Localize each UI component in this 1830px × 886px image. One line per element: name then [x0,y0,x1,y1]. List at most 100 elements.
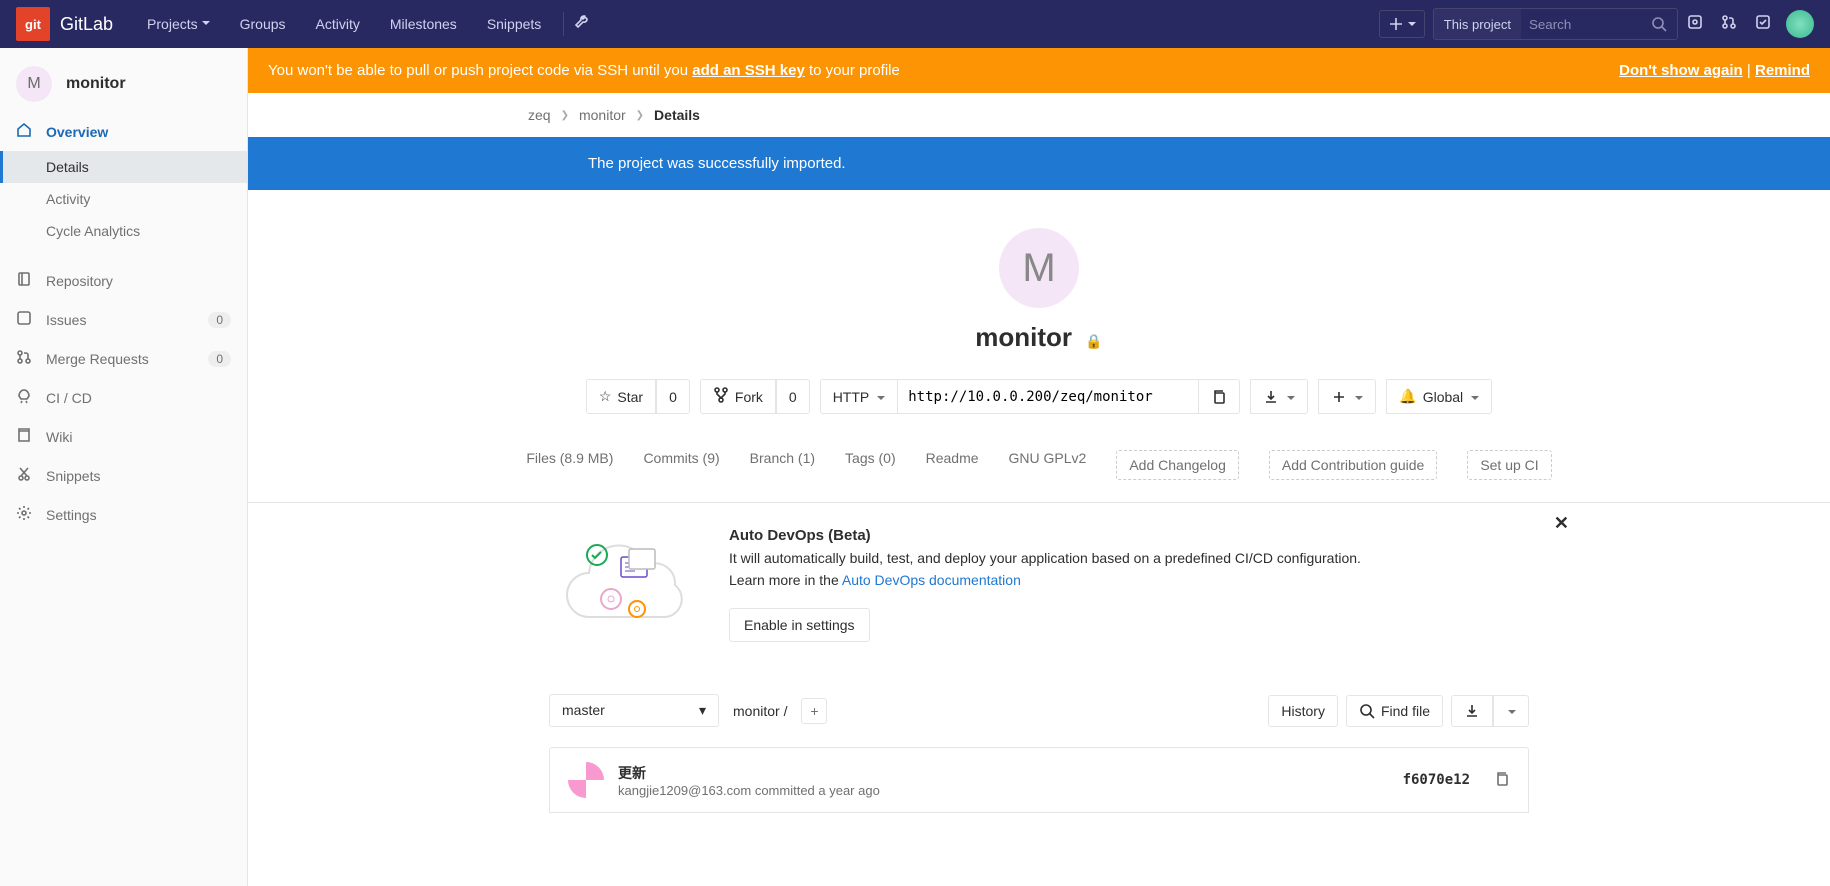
new-menu-button[interactable] [1379,10,1425,38]
star-count: 0 [656,379,690,414]
sidebar-item-repository[interactable]: Repository [0,261,247,300]
book-icon [16,427,32,446]
main-content: You won't be able to pull or push projec… [248,48,1830,813]
nav-activity[interactable]: Activity [304,10,372,38]
nav-projects[interactable]: Projects [135,10,222,38]
issues-shortcut-icon[interactable] [1678,14,1712,35]
stat-readme[interactable]: Readme [926,450,979,480]
search-input[interactable] [1521,9,1641,39]
sidebar-sub-cycle[interactable]: Cycle Analytics [0,215,247,247]
banner-text: to your profile [809,62,900,79]
copy-sha-icon[interactable] [1494,771,1510,790]
sidebar-item-snippets[interactable]: Snippets [0,456,247,495]
download-source-button[interactable] [1451,695,1493,727]
sidebar-label: Issues [46,312,194,328]
search-icon[interactable] [1641,9,1677,39]
star-button[interactable]: ☆ Star [586,379,656,414]
project-hero-avatar: M [999,228,1079,308]
brand-text[interactable]: GitLab [60,14,113,35]
plus-dropdown[interactable] [1318,379,1376,414]
find-file-button[interactable]: Find file [1346,695,1443,727]
setup-ci-button[interactable]: Set up CI [1467,450,1551,480]
merge-icon [16,349,32,368]
auto-devops-promo: Auto DevOps (Beta) It will automatically… [489,503,1589,666]
enable-devops-button[interactable]: Enable in settings [729,608,870,642]
stat-files[interactable]: Files (8.9 MB) [526,450,613,480]
todos-icon[interactable] [1746,14,1780,35]
sidebar-label: Snippets [46,468,231,484]
user-avatar[interactable] [1786,10,1814,38]
gear-icon [16,505,32,524]
scissors-icon [16,466,32,485]
commit-sha[interactable]: f6070e12 [1403,772,1470,788]
mr-count-badge: 0 [208,351,231,367]
devops-docs-link[interactable]: Auto DevOps documentation [842,572,1021,588]
sidebar-item-cicd[interactable]: CI / CD [0,378,247,417]
sidebar-item-settings[interactable]: Settings [0,495,247,534]
project-hero: M monitor 🔒 [248,190,1830,379]
fork-count: 0 [776,379,810,414]
close-icon[interactable]: ✕ [1554,513,1569,534]
breadcrumb-project[interactable]: monitor [579,107,626,123]
project-name: monitor [66,75,126,93]
add-file-button[interactable]: + [801,698,827,724]
gitlab-logo[interactable]: git [16,7,50,41]
merge-requests-shortcut-icon[interactable] [1712,14,1746,35]
nav-groups[interactable]: Groups [228,10,298,38]
sidebar-item-overview[interactable]: Overview [0,112,247,151]
sidebar-item-merge-requests[interactable]: Merge Requests 0 [0,339,247,378]
flash-notice: The project was successfully imported. [248,137,1830,190]
banner-dismiss-link[interactable]: Don't show again [1619,62,1743,79]
breadcrumb-current: Details [654,107,700,123]
nav-milestones[interactable]: Milestones [378,10,469,38]
sidebar-item-issues[interactable]: Issues 0 [0,300,247,339]
chevron-down-icon: ▾ [699,702,706,719]
download-dropdown[interactable] [1250,379,1308,414]
sidebar-project-header[interactable]: M monitor [0,56,247,112]
sidebar-sub-details[interactable]: Details [0,151,247,183]
lock-icon: 🔒 [1085,333,1102,349]
repository-icon [16,271,32,290]
copy-url-button[interactable] [1198,379,1240,414]
last-commit: 更新 kangjie1209@163.com committed a year … [549,747,1529,813]
add-contribution-button[interactable]: Add Contribution guide [1269,450,1437,480]
nav-snippets[interactable]: Snippets [475,10,553,38]
stat-commits[interactable]: Commits (9) [643,450,719,480]
add-ssh-key-link[interactable]: add an SSH key [692,62,805,79]
clone-url-input[interactable] [898,379,1198,414]
issues-count-badge: 0 [208,312,231,328]
download-source-dropdown[interactable] [1493,695,1529,727]
breadcrumb: zeq ❯ monitor ❯ Details [248,93,1830,137]
tree-path[interactable]: monitor / [733,703,787,719]
commit-time: committed a year ago [755,783,880,798]
devops-title: Auto DevOps (Beta) [729,527,1529,544]
commit-author[interactable]: kangjie1209@163.com [618,783,751,798]
project-actions-row: ☆ Star 0 Fork 0 HTTP [248,379,1830,434]
devops-desc: It will automatically build, test, and d… [729,550,1529,566]
sidebar-label: CI / CD [46,390,231,406]
breadcrumb-group[interactable]: zeq [528,107,551,123]
stat-license[interactable]: GNU GPLv2 [1009,450,1087,480]
ssh-key-banner: You won't be able to pull or push projec… [248,48,1830,93]
commit-message[interactable]: 更新 [618,763,880,783]
stat-branch[interactable]: Branch (1) [750,450,815,480]
sidebar-label: Repository [46,273,231,289]
branch-select[interactable]: master ▾ [549,694,719,727]
project-stats-row: Files (8.9 MB) Commits (9) Branch (1) Ta… [248,434,1830,503]
banner-remind-link[interactable]: Remind [1755,62,1810,79]
search-scope[interactable]: This project [1434,9,1521,39]
admin-wrench-icon[interactable] [574,15,590,34]
clone-protocol-dropdown[interactable]: HTTP [820,379,899,414]
history-button[interactable]: History [1268,695,1338,727]
stat-tags[interactable]: Tags (0) [845,450,896,480]
star-icon: ☆ [599,388,612,405]
devops-learn-text: Learn more in the [729,572,842,588]
rocket-icon [16,388,32,407]
sidebar-item-wiki[interactable]: Wiki [0,417,247,456]
add-changelog-button[interactable]: Add Changelog [1116,450,1239,480]
commit-author-avatar [568,762,604,798]
fork-button[interactable]: Fork [700,379,776,414]
sidebar-sub-activity[interactable]: Activity [0,183,247,215]
chevron-right-icon: ❯ [636,110,644,121]
notification-dropdown[interactable]: 🔔 Global [1386,379,1492,414]
